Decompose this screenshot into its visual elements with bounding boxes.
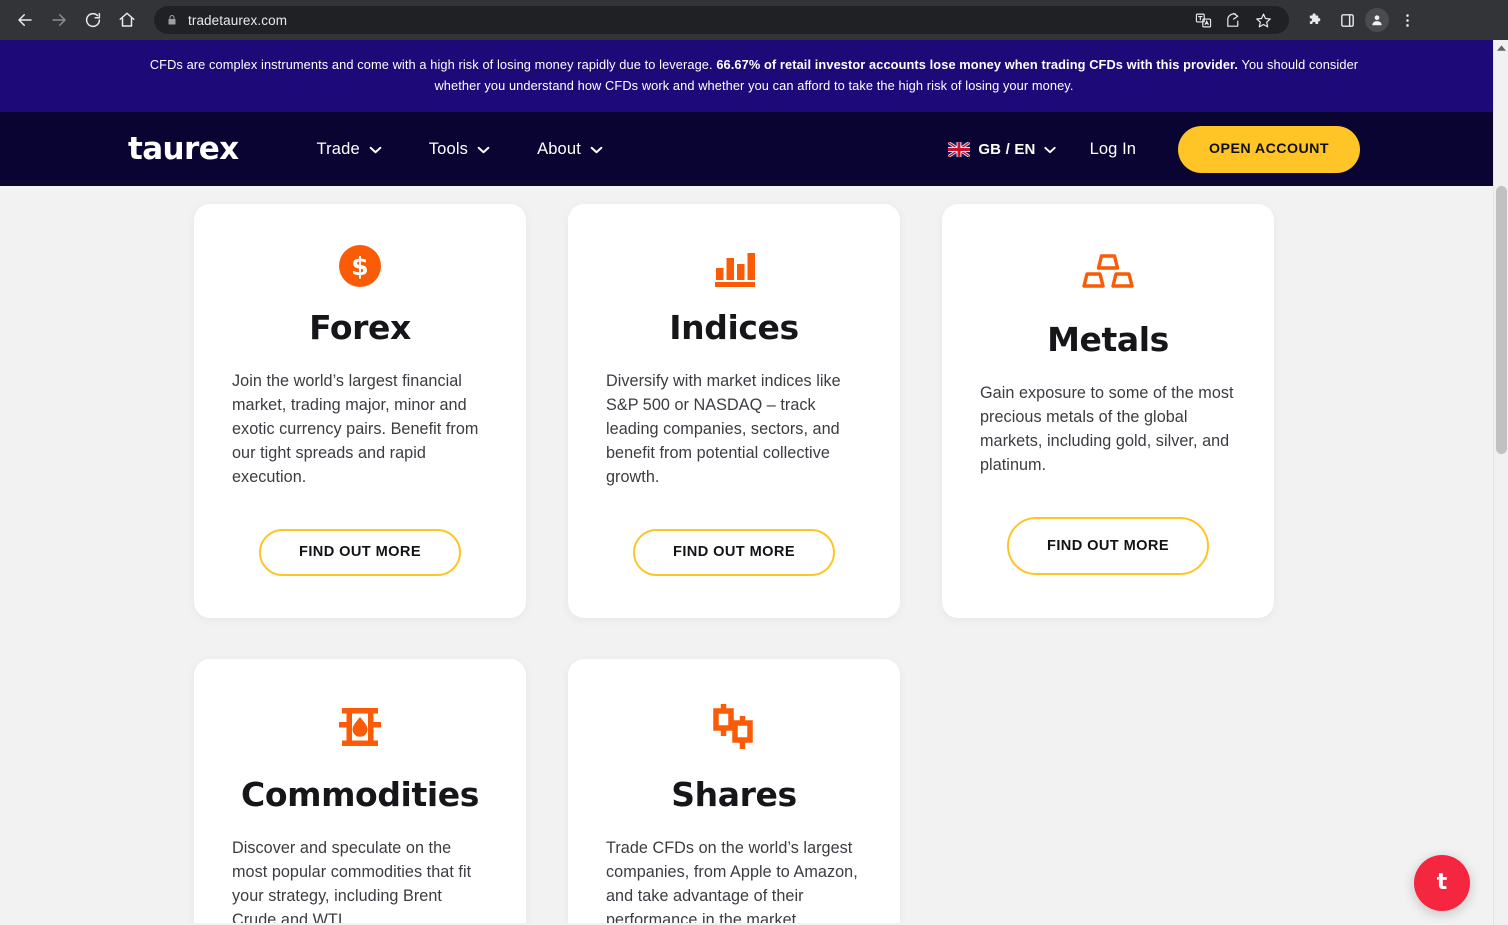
share-icon[interactable] (1219, 6, 1247, 34)
product-card-commodities[interactable]: Commodities Discover and speculate on th… (194, 659, 526, 923)
nav-item-tools[interactable]: Tools (429, 140, 490, 159)
nav-item-tools-label: Tools (428, 139, 469, 158)
reload-button[interactable] (78, 5, 108, 35)
product-card-indices[interactable]: Indices Diversify with market indices li… (568, 204, 900, 618)
url-text: tradetaurex.com (188, 12, 288, 28)
side-panel-icon[interactable] (1333, 6, 1361, 34)
language-selector[interactable]: GB / EN (948, 140, 1056, 158)
product-card-forex[interactable]: $ Forex Join the world’s largest financi… (194, 204, 526, 618)
chevron-down-icon (369, 140, 382, 159)
puzzle-piece-icon[interactable] (1301, 6, 1329, 34)
find-out-more-button[interactable]: FIND OUT MORE (633, 528, 835, 576)
taurex-logo[interactable]: taurex (128, 131, 239, 167)
page-scrollbar[interactable] (1493, 40, 1508, 925)
dollar-circle-icon: $ (338, 242, 382, 290)
chevron-down-icon (1043, 141, 1056, 158)
main-content: $ Forex Join the world’s largest financi… (0, 186, 1508, 923)
card-description: Trade CFDs on the world’s largest compan… (606, 839, 858, 923)
browser-toolbar: tradetaurex.com (0, 0, 1508, 40)
gold-bars-icon (1082, 242, 1134, 302)
uk-flag-icon (948, 141, 971, 157)
risk-text-bold: 66.67% of retail investor accounts lose … (716, 57, 1239, 72)
candlestick-icon (710, 697, 758, 757)
chat-widget-button[interactable]: t (1414, 855, 1470, 911)
home-icon (118, 11, 136, 29)
card-title: Indices (669, 307, 799, 347)
profile-avatar-icon[interactable] (1365, 8, 1389, 32)
scroll-up-arrow[interactable] (1494, 40, 1508, 56)
primary-nav-links: Trade Tools About (317, 140, 603, 159)
home-button[interactable] (112, 5, 142, 35)
card-description: Discover and speculate on the most popul… (232, 839, 472, 923)
card-description: Gain exposure to some of the most precio… (980, 384, 1234, 474)
browser-actions (1295, 6, 1421, 34)
back-arrow-icon (16, 11, 34, 29)
lock-icon (166, 14, 178, 26)
bar-chart-icon (711, 242, 757, 290)
open-account-button[interactable]: OPEN ACCOUNT (1178, 125, 1360, 173)
site-navigation-bar: taurex Trade Tools About GB / EN Log In … (0, 112, 1508, 186)
nav-right-actions: GB / EN Log In OPEN ACCOUNT (948, 125, 1360, 173)
product-card-grid: $ Forex Join the world’s largest financi… (194, 186, 1314, 923)
card-description: Join the world’s largest financial marke… (232, 371, 479, 486)
reload-icon (84, 11, 102, 29)
nav-item-about[interactable]: About (537, 140, 603, 159)
product-card-shares[interactable]: Shares Trade CFDs on the world’s largest… (568, 659, 900, 923)
nav-item-trade[interactable]: Trade (317, 140, 382, 159)
scrollbar-thumb[interactable] (1496, 186, 1507, 454)
risk-warning-banner: CFDs are complex instruments and come wi… (0, 40, 1508, 112)
find-out-more-button[interactable]: FIND OUT MORE (259, 528, 461, 576)
forward-arrow-icon (50, 11, 68, 29)
find-out-more-button[interactable]: FIND OUT MORE (1007, 517, 1209, 575)
oil-barrel-icon (337, 697, 383, 757)
translate-icon[interactable] (1189, 6, 1217, 34)
star-icon[interactable] (1249, 6, 1277, 34)
product-card-metals[interactable]: Metals Gain exposure to some of the most… (942, 204, 1274, 618)
forward-button[interactable] (44, 5, 74, 35)
card-description: Diversify with market indices like S&P 5… (606, 371, 841, 486)
card-title: Metals (1047, 320, 1169, 359)
address-bar[interactable]: tradetaurex.com (154, 6, 1289, 34)
chevron-down-icon (590, 140, 603, 159)
risk-text-part1: CFDs are complex instruments and come wi… (149, 57, 717, 72)
chevron-down-icon (477, 140, 490, 159)
card-title: Commodities (241, 775, 479, 814)
language-label: GB / EN (978, 140, 1036, 158)
chat-widget-icon: t (1436, 870, 1448, 895)
nav-item-trade-label: Trade (316, 139, 360, 158)
svg-text:$: $ (351, 252, 368, 281)
card-title: Forex (309, 307, 411, 347)
nav-item-about-label: About (537, 139, 581, 158)
back-button[interactable] (10, 5, 40, 35)
card-title: Shares (671, 775, 797, 814)
three-dot-menu-icon[interactable] (1393, 6, 1421, 34)
login-link[interactable]: Log In (1090, 140, 1136, 159)
